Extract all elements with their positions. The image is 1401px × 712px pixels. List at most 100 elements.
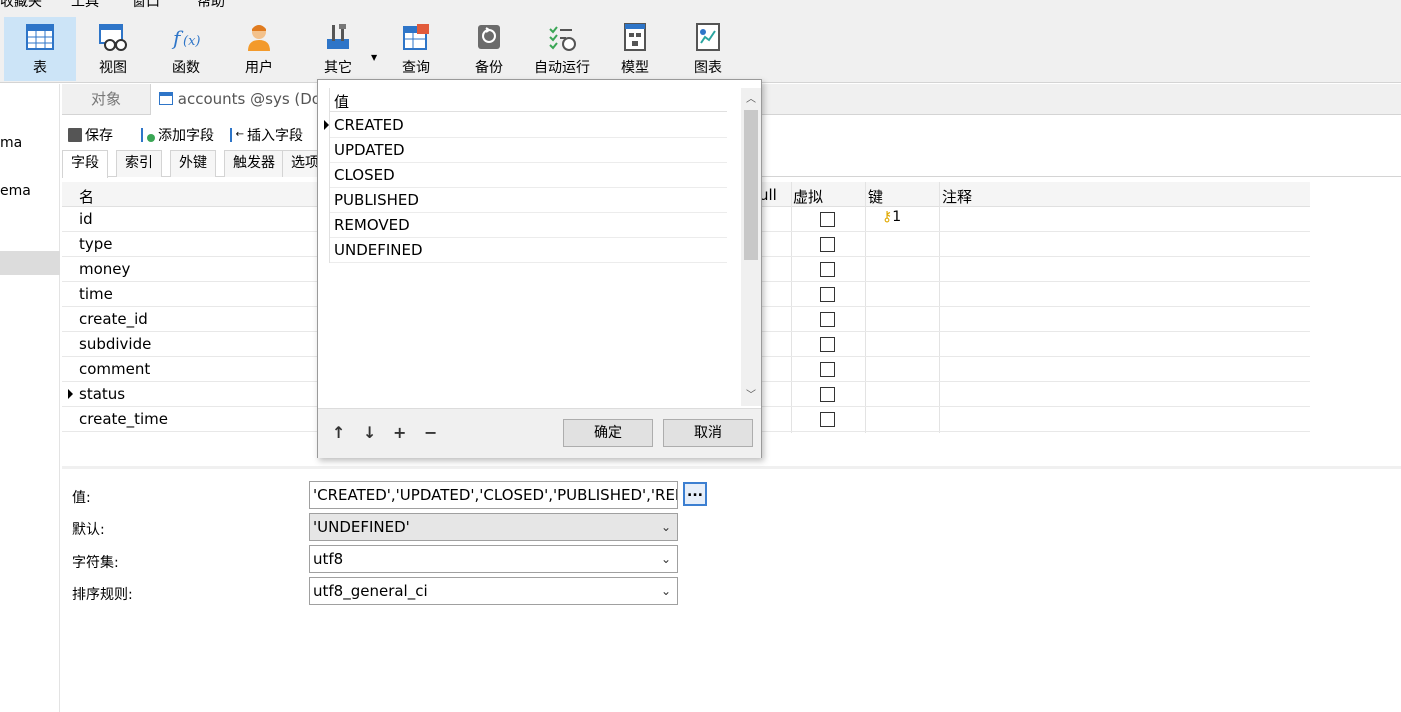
- ribbon-user-button[interactable]: 用户: [223, 17, 295, 81]
- default-select[interactable]: 'UNDEFINED' ⌄: [309, 513, 678, 541]
- add-value-icon[interactable]: +: [393, 423, 406, 442]
- ribbon-function-button[interactable]: f (x) 函数: [150, 17, 222, 81]
- ribbon-other-label: 其它: [324, 60, 352, 76]
- table-icon: [25, 23, 55, 51]
- value-label: 值:: [72, 490, 91, 506]
- tools-icon: [323, 23, 353, 51]
- list-item[interactable]: UPDATED: [330, 138, 727, 163]
- ribbon-other-button[interactable]: 其它: [302, 17, 374, 81]
- table-small-icon: [159, 92, 173, 105]
- scroll-up-icon[interactable]: ︿: [741, 90, 761, 108]
- value-input[interactable]: 'CREATED','UPDATED','CLOSED','PUBLISHED'…: [309, 481, 678, 509]
- virtual-checkbox[interactable]: [820, 412, 835, 427]
- move-down-icon[interactable]: ↓: [363, 423, 376, 442]
- sidebar-item-schema-1[interactable]: ma: [0, 135, 22, 151]
- current-row-marker-icon: [324, 120, 329, 130]
- sidebar-selected-item[interactable]: [0, 251, 60, 275]
- move-up-icon[interactable]: ↑: [332, 423, 345, 442]
- tab-fields[interactable]: 字段: [62, 150, 108, 178]
- list-item[interactable]: CREATED: [330, 113, 727, 138]
- add-field-button[interactable]: 添加字段: [141, 125, 214, 145]
- field-properties-panel: 值: 'CREATED','UPDATED','CLOSED','PUBLISH…: [62, 466, 1401, 712]
- edit-values-button[interactable]: ...: [683, 482, 707, 506]
- ribbon-query-button[interactable]: 查询: [380, 17, 452, 81]
- view-icon: [98, 23, 128, 51]
- charset-label: 字符集:: [72, 555, 119, 571]
- ribbon-user-label: 用户: [245, 60, 273, 76]
- header-virtual: 虚拟: [793, 188, 824, 206]
- ribbon-schedule-label: 自动运行: [534, 60, 590, 76]
- ribbon-chart-button[interactable]: 图表: [672, 17, 744, 81]
- ribbon-schedule-button[interactable]: 自动运行: [526, 17, 598, 81]
- current-row-marker-icon: [68, 389, 73, 399]
- tab-foreign-keys[interactable]: 外键: [170, 150, 216, 177]
- list-item[interactable]: REMOVED: [330, 213, 727, 238]
- remove-value-icon[interactable]: −: [424, 423, 437, 442]
- function-icon: f (x): [171, 23, 201, 51]
- ribbon-view-label: 视图: [99, 60, 127, 76]
- field-name: time: [79, 285, 113, 303]
- other-dropdown-arrow-icon[interactable]: ▼: [371, 53, 377, 62]
- virtual-checkbox[interactable]: [820, 387, 835, 402]
- virtual-checkbox[interactable]: [820, 312, 835, 327]
- ribbon-backup-button[interactable]: 备份: [453, 17, 525, 81]
- list-item[interactable]: CLOSED: [330, 163, 727, 188]
- virtual-checkbox[interactable]: [820, 287, 835, 302]
- virtual-checkbox[interactable]: [820, 237, 835, 252]
- ribbon-chart-label: 图表: [694, 60, 722, 76]
- user-icon: [244, 23, 274, 51]
- ribbon-query-label: 查询: [402, 60, 430, 76]
- field-name: type: [79, 235, 113, 253]
- field-name: comment: [79, 360, 151, 378]
- scroll-thumb[interactable]: [744, 110, 758, 260]
- backup-icon: [474, 23, 504, 51]
- virtual-checkbox[interactable]: [820, 362, 835, 377]
- menu-bar: 收藏夹 工具 窗口 帮助: [0, 0, 1401, 10]
- scroll-down-icon[interactable]: ﹀: [741, 386, 761, 404]
- header-key: 键: [868, 188, 884, 206]
- ribbon-model-label: 模型: [621, 60, 649, 76]
- insert-field-button[interactable]: ← 插入字段: [230, 125, 303, 145]
- model-icon: [620, 23, 650, 51]
- primary-key-icon: ⚷1: [882, 209, 902, 225]
- ribbon-table-button[interactable]: 表: [4, 17, 76, 81]
- svg-text:(x): (x): [183, 34, 200, 49]
- ribbon-backup-label: 备份: [475, 60, 503, 76]
- sidebar-item-schema-2[interactable]: ema: [0, 183, 31, 199]
- field-name: id: [79, 210, 93, 228]
- ribbon-table-label: 表: [33, 60, 47, 76]
- tab-objects[interactable]: 对象: [62, 84, 150, 115]
- schedule-icon: [547, 23, 577, 51]
- values-scrollbar[interactable]: ︿ ﹀: [741, 88, 761, 406]
- virtual-checkbox[interactable]: [820, 212, 835, 227]
- list-item[interactable]: UNDEFINED: [330, 238, 727, 263]
- cancel-button[interactable]: 取消: [663, 419, 753, 447]
- query-icon: [401, 23, 431, 51]
- connection-sidebar: ma ema: [0, 84, 60, 712]
- save-button[interactable]: 保存: [68, 125, 113, 145]
- field-name: money: [79, 260, 131, 278]
- field-name: subdivide: [79, 335, 152, 353]
- values-list-header: 值: [330, 88, 727, 112]
- charset-select[interactable]: utf8 ⌄: [309, 545, 678, 573]
- enum-values-dialog: 值 CREATED UPDATED CLOSED PUBLISHED REMOV…: [317, 79, 762, 458]
- chevron-down-icon: ⌄: [660, 552, 671, 566]
- chevron-down-icon: ⌄: [660, 520, 671, 534]
- tab-triggers[interactable]: 触发器: [224, 150, 284, 177]
- ok-button[interactable]: 确定: [563, 419, 653, 447]
- ribbon-model-button[interactable]: 模型: [599, 17, 671, 81]
- virtual-checkbox[interactable]: [820, 337, 835, 352]
- ribbon-view-button[interactable]: 视图: [77, 17, 149, 81]
- list-item[interactable]: PUBLISHED: [330, 188, 727, 213]
- dialog-footer: ↑ ↓ + − 确定 取消: [318, 408, 761, 458]
- save-icon: [68, 128, 82, 142]
- tab-indexes[interactable]: 索引: [116, 150, 162, 177]
- header-name: 名: [79, 188, 95, 206]
- chevron-down-icon: ⌄: [660, 584, 671, 598]
- virtual-checkbox[interactable]: [820, 262, 835, 277]
- field-name: create_time: [79, 410, 169, 428]
- field-name: create_id: [79, 310, 148, 328]
- field-name: status: [79, 385, 126, 403]
- insert-field-icon: ←: [230, 128, 244, 142]
- collation-select[interactable]: utf8_general_ci ⌄: [309, 577, 678, 605]
